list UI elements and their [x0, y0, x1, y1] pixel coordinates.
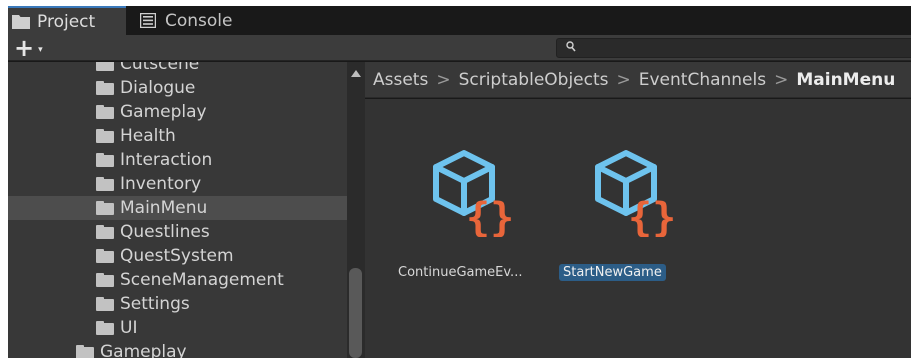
tree-item-dialogue[interactable]: Dialogue — [8, 76, 347, 100]
scroll-up-arrow-icon[interactable] — [351, 70, 361, 77]
project-toolbar: + ▾ — [8, 35, 911, 61]
asset-continuegame[interactable]: {} ContinueGameEv... — [390, 137, 540, 287]
search-icon — [566, 41, 576, 56]
tree-item-questsystem[interactable]: QuestSystem — [8, 244, 347, 268]
tree-item-settings[interactable]: Settings — [8, 292, 347, 316]
asset-label: ContinueGameEv... — [398, 265, 523, 280]
tab-console-label: Console — [165, 10, 233, 31]
folder-tree: Cutscene Dialogue Gameplay Health Intera… — [8, 62, 347, 358]
breadcrumb-item-scriptableobjects[interactable]: ScriptableObjects — [459, 70, 609, 90]
tree-item-label: Gameplay — [100, 342, 187, 358]
tree-item-label: Cutscene — [120, 62, 200, 74]
folder-icon — [96, 129, 114, 143]
svg-text:{}: {} — [466, 195, 514, 237]
chevron-down-icon: ▾ — [38, 44, 43, 55]
scrollbar-thumb[interactable] — [349, 268, 362, 358]
create-button[interactable]: + ▾ — [10, 36, 54, 60]
screenshot-frame: Project Console + ▾ Cutscene Dialogue Ga… — [0, 0, 911, 358]
breadcrumb-separator-icon: > — [616, 69, 631, 90]
tree-item-cutscene[interactable]: Cutscene — [8, 62, 347, 76]
folder-icon — [96, 62, 114, 71]
search-input[interactable] — [556, 38, 911, 58]
tree-item-label: Questlines — [120, 222, 210, 242]
folder-icon — [96, 225, 114, 239]
folder-icon — [96, 201, 114, 215]
folder-icon — [96, 177, 114, 191]
scriptable-object-icon: {} — [433, 150, 514, 237]
asset-startnewgame[interactable]: {} StartNewGame — [552, 137, 702, 287]
folder-icon — [12, 14, 30, 29]
breadcrumb-separator-icon: > — [774, 69, 789, 90]
tree-item-label: Gameplay — [120, 102, 207, 122]
tree-item-ui[interactable]: UI — [8, 316, 347, 340]
tree-item-inventory[interactable]: Inventory — [8, 172, 347, 196]
folder-icon — [76, 345, 94, 358]
tree-item-label: Interaction — [120, 150, 213, 170]
folder-icon — [96, 105, 114, 119]
folder-icon — [96, 297, 114, 311]
tree-item-label: QuestSystem — [120, 246, 234, 266]
tree-item-interaction[interactable]: Interaction — [8, 148, 347, 172]
folder-icon — [96, 321, 114, 335]
scriptable-object-icon: {} — [595, 150, 676, 237]
folder-icon — [96, 153, 114, 167]
tree-item-label: MainMenu — [120, 198, 208, 218]
tab-project-label: Project — [37, 11, 96, 32]
folder-icon — [96, 81, 114, 95]
breadcrumb-item-assets[interactable]: Assets — [373, 70, 428, 90]
breadcrumb: Assets > ScriptableObjects > EventChanne… — [365, 62, 911, 98]
tree-item-health[interactable]: Health — [8, 124, 347, 148]
tree-item-mainmenu[interactable]: MainMenu — [8, 196, 347, 220]
plus-icon: + — [14, 34, 35, 62]
breadcrumb-item-eventchannels[interactable]: EventChannels — [639, 70, 766, 90]
tree-item-gameplay-root[interactable]: Gameplay — [8, 340, 347, 358]
tree-item-gameplay[interactable]: Gameplay — [8, 100, 347, 124]
tree-item-label: Dialogue — [120, 78, 196, 98]
breadcrumb-separator-icon: > — [436, 69, 451, 90]
asset-grid: {} ContinueGameEv... {} StartNewGame — [365, 99, 911, 358]
svg-text:{}: {} — [628, 195, 676, 237]
tree-item-questlines[interactable]: Questlines — [8, 220, 347, 244]
folder-icon — [96, 273, 114, 287]
tree-item-label: SceneManagement — [120, 270, 284, 290]
tree-scrollbar[interactable] — [347, 62, 365, 358]
project-window: Project Console + ▾ Cutscene Dialogue Ga… — [8, 6, 911, 358]
console-icon — [139, 12, 158, 29]
tree-item-label: Inventory — [120, 174, 202, 194]
tree-item-label: UI — [120, 318, 138, 338]
folder-icon — [96, 249, 114, 263]
asset-label-selected: StartNewGame — [559, 264, 666, 281]
tab-strip: Project Console — [8, 6, 911, 35]
tab-project[interactable]: Project — [8, 6, 126, 35]
tab-console[interactable]: Console — [132, 6, 252, 35]
tree-item-scenemanagement[interactable]: SceneManagement — [8, 268, 347, 292]
tree-item-label: Settings — [120, 294, 190, 314]
breadcrumb-item-mainmenu[interactable]: MainMenu — [796, 70, 895, 90]
tree-item-label: Health — [120, 126, 176, 146]
